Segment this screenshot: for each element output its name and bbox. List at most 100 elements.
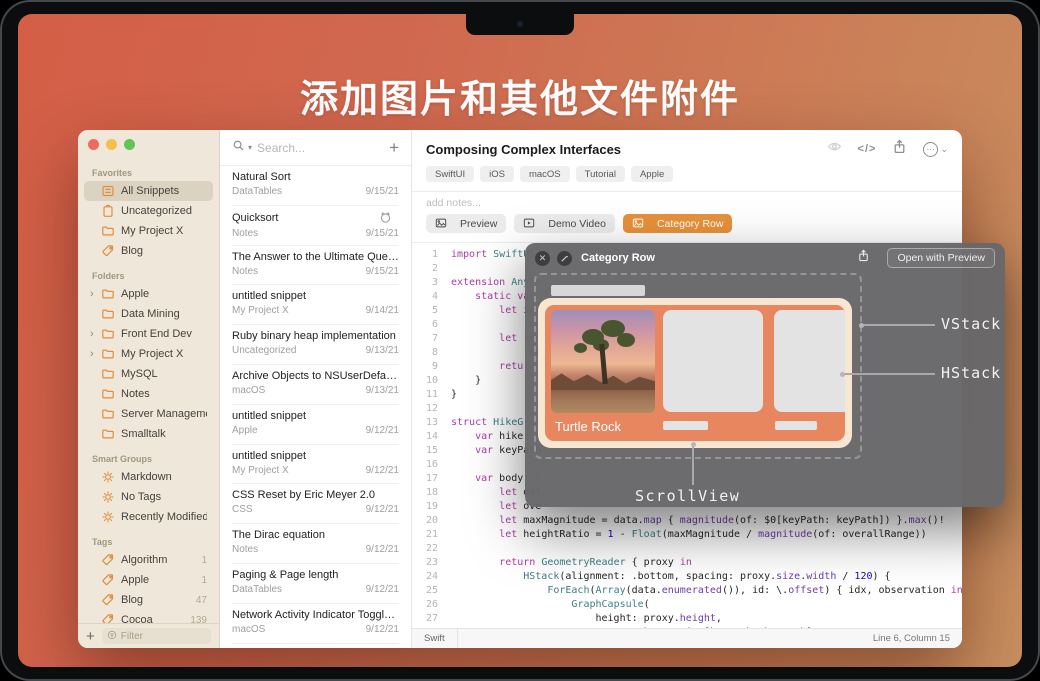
line-number: 19 [412, 500, 438, 514]
snippet-row[interactable]: untitled snippetApple9/12/21 [220, 405, 411, 445]
popup-share-icon[interactable] [857, 249, 870, 267]
sidebar-item-algorithm[interactable]: Algorithm1 [84, 550, 213, 570]
close-window-button[interactable] [88, 139, 99, 150]
line-number: 17 [412, 472, 438, 486]
search-icon[interactable] [232, 139, 245, 157]
attachments-row: Preview Demo Video Category Row [412, 211, 962, 242]
sidebar: FavoritesAll SnippetsUncategorizedMy Pro… [78, 130, 220, 648]
placeholder-card [663, 310, 763, 412]
share-icon[interactable] [892, 139, 907, 159]
sidebar-item-data-mining[interactable]: Data Mining [84, 304, 213, 324]
open-with-preview-button[interactable]: Open with Preview [887, 248, 995, 268]
popup-header: ✕ Category Row Open with Preview [525, 243, 1005, 273]
item-count-badge: 1 [201, 575, 207, 586]
sidebar-item-label: All Snippets [121, 185, 207, 197]
line-number: 4 [412, 290, 438, 304]
line-number: 6 [412, 318, 438, 332]
snippet-row-title: untitled snippet [232, 450, 399, 462]
sidebar-item-front-end-dev[interactable]: ›Front End Dev [84, 324, 213, 344]
snippet-row[interactable]: Natural SortDataTables9/15/21 [220, 166, 411, 206]
tag-chip-apple[interactable]: Apple [631, 166, 673, 182]
sidebar-item-my-project-x[interactable]: My Project X [84, 221, 213, 241]
sidebar-section-title-folders: Folders [92, 271, 219, 281]
line-number: 21 [412, 528, 438, 542]
add-group-button[interactable]: + [86, 629, 95, 644]
snippet-row-title: Archive Objects to NSUserDefaults [232, 370, 399, 382]
snippet-row-folder: macOS [232, 624, 265, 635]
sidebar-item-cocoa[interactable]: Cocoa139 [84, 610, 213, 623]
chevron-right-icon[interactable]: › [90, 349, 101, 360]
snippet-row[interactable]: Paging & Page lengthDataTables9/12/21 [220, 564, 411, 604]
preview-image[interactable]: Turtle Rock [538, 298, 852, 448]
sidebar-item-apple[interactable]: Apple1 [84, 570, 213, 590]
notes-field[interactable]: add notes... [412, 192, 962, 211]
new-snippet-button[interactable]: + [389, 138, 399, 158]
folder-icon [101, 407, 115, 421]
sidebar-item-my-project-x[interactable]: ›My Project X [84, 344, 213, 364]
cursor-position: Line 6, Column 15 [873, 633, 962, 644]
snippet-row-title: CSS Reset by Eric Meyer 2.0 [232, 489, 399, 501]
snippet-row[interactable]: Network Activity Indicator Toggle Vi...m… [220, 604, 411, 644]
line-number: 22 [412, 542, 438, 556]
sidebar-item-mysql[interactable]: MySQL [84, 364, 213, 384]
code-line: 21 let heightRatio = 1 - Float(maxMagnit… [412, 528, 962, 542]
language-selector[interactable]: Swift [412, 629, 458, 648]
snippet-row[interactable]: QuicksortNotes9/15/21 [220, 206, 411, 246]
sidebar-item-blog[interactable]: Blog [84, 241, 213, 261]
snippet-row[interactable]: Archive Objects to NSUserDefaultsmacOS9/… [220, 365, 411, 405]
sidebar-item-recently-modified[interactable]: Recently Modified [84, 507, 213, 527]
tag-chip-macos[interactable]: macOS [520, 166, 570, 182]
sidebar-item-server-management[interactable]: Server Management [84, 404, 213, 424]
snippet-row[interactable]: Ruby binary heap implementationUncategor… [220, 325, 411, 365]
play-icon [523, 217, 537, 231]
tag-chip-swiftui[interactable]: SwiftUI [426, 166, 474, 182]
snippet-row[interactable]: The Dirac equationNotes9/12/21 [220, 524, 411, 564]
turtle-rock-photo [551, 310, 655, 413]
line-number: 16 [412, 458, 438, 472]
sidebar-item-no-tags[interactable]: No Tags [84, 487, 213, 507]
sidebar-item-label: Recently Modified [121, 511, 207, 523]
sidebar-item-label: Apple [121, 288, 207, 300]
attachment-preview[interactable]: Preview [426, 214, 506, 233]
more-menu-button[interactable]: …⌄ [923, 142, 948, 157]
line-number: 20 [412, 514, 438, 528]
snippet-row-folder: CSS [232, 504, 253, 515]
sidebar-item-markdown[interactable]: Markdown [84, 467, 213, 487]
code-line: 25 ForEach(Array(data.enumerated()), id:… [412, 584, 962, 598]
sidebar-item-smalltalk[interactable]: Smalltalk [84, 424, 213, 444]
preview-eye-icon[interactable] [827, 139, 842, 159]
chevron-right-icon[interactable]: › [90, 289, 101, 300]
popup-title: Category Row [581, 252, 850, 264]
photo-caption: Turtle Rock [555, 419, 621, 434]
attachment-category-row[interactable]: Category Row [623, 214, 733, 233]
search-input[interactable]: Search... [257, 141, 384, 155]
snippet-row-title: The Dirac equation [232, 529, 399, 541]
search-scope-chevron-icon[interactable]: ▾ [248, 143, 252, 152]
hstack-connector-line [843, 373, 935, 375]
snippet-row[interactable]: untitled snippetMy Project X9/12/21 [220, 445, 411, 485]
source-code-icon[interactable]: </> [858, 143, 877, 155]
snippet-row-title: Paging & Page length [232, 569, 399, 581]
close-icon[interactable]: ✕ [535, 251, 550, 266]
image-icon [632, 217, 646, 231]
zoom-window-button[interactable] [124, 139, 135, 150]
tag-chip-ios[interactable]: iOS [480, 166, 514, 182]
snippet-list: ▾ Search... + Natural SortDataTables9/15… [220, 130, 412, 648]
markup-icon[interactable] [557, 251, 572, 266]
camera-notch [466, 14, 574, 35]
minimize-window-button[interactable] [106, 139, 117, 150]
sidebar-item-blog[interactable]: Blog47 [84, 590, 213, 610]
snippet-row[interactable]: The Answer to the Ultimate QuestionNotes… [220, 246, 411, 286]
tag-chip-tutorial[interactable]: Tutorial [576, 166, 625, 182]
sidebar-item-uncategorized[interactable]: Uncategorized [84, 201, 213, 221]
chevron-right-icon[interactable]: › [90, 329, 101, 340]
sidebar-item-label: Apple [121, 574, 201, 586]
filter-input[interactable]: Filter [102, 628, 211, 644]
sidebar-item-apple[interactable]: › Apple [84, 284, 213, 304]
snippet-row[interactable]: CSS Reset by Eric Meyer 2.0CSS9/12/21 [220, 484, 411, 524]
sidebar-item-all-snippets[interactable]: All Snippets [84, 181, 213, 201]
snippet-row[interactable]: untitled snippetMy Project X9/14/21 [220, 285, 411, 325]
sidebar-item-label: MySQL [121, 368, 207, 380]
sidebar-item-notes[interactable]: Notes [84, 384, 213, 404]
attachment-demo-video[interactable]: Demo Video [514, 214, 615, 233]
